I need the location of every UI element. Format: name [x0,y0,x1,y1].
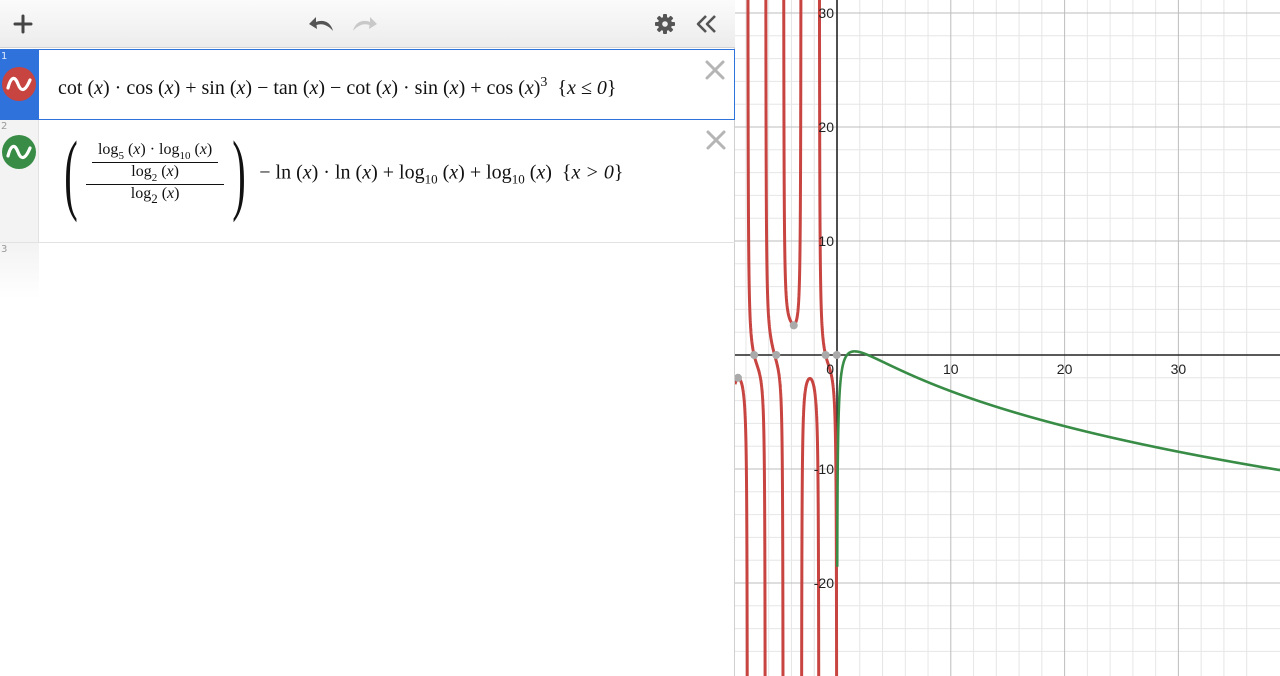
wave-icon [6,76,32,92]
plus-icon [13,14,33,34]
point-of-interest[interactable] [772,351,781,359]
tick-labels: 10 20 30 30 20 10 -10 -20 0 [814,5,1187,591]
double-chevron-left-icon [696,15,716,33]
y-tick-label: 20 [818,119,834,135]
expression-gutter: 3 [0,243,39,299]
y-tick-label: -20 [814,575,834,591]
point-of-interest[interactable] [750,351,759,359]
expression-row-2[interactable]: 2 (log5 (x) · log10 (x) log2 (x) log2 (x))… [0,120,735,243]
point-of-interest[interactable] [832,351,841,359]
color-toggle-icon[interactable] [2,67,36,101]
expression-number: 3 [1,244,8,255]
point-of-interest[interactable] [789,321,798,330]
expression-gutter: 1 [0,50,39,119]
add-expression-button[interactable] [5,6,41,42]
graphing-calculator: 10 20 30 30 20 10 -10 -20 0 1 cot (x) · … [0,0,1280,676]
undo-icon [309,17,333,31]
y-tick-label: -10 [814,461,834,477]
expression-toolbar [0,0,735,48]
delete-expression-button[interactable] [703,127,729,153]
undo-button[interactable] [304,6,340,42]
expression-list-panel: 1 cot (x) · cos (x) + sin (x) − tan (x) … [0,0,735,676]
redo-icon [353,17,377,31]
settings-button[interactable] [647,6,683,42]
point-of-interest[interactable] [733,373,742,382]
close-icon [705,60,725,80]
y-tick-label: 30 [818,5,834,21]
x-tick-label: 20 [1057,361,1073,377]
point-of-interest[interactable] [821,351,830,359]
collapse-panel-button[interactable] [689,6,725,42]
origin-label: 0 [826,361,834,377]
expression-row-1[interactable]: 1 cot (x) · cos (x) + sin (x) − tan (x) … [0,49,735,120]
gear-icon [655,14,675,34]
curve-expression-2[interactable] [835,350,1280,567]
redo-button[interactable] [346,6,382,42]
wave-icon [6,144,32,160]
x-tick-label: 10 [943,361,959,377]
expression-gutter: 2 [0,120,39,242]
expression-number: 1 [1,51,8,62]
expression-formula[interactable]: cot (x) · cos (x) + sin (x) − tan (x) − … [58,75,617,100]
y-tick-label: 10 [818,233,834,249]
expression-number: 2 [1,121,8,132]
delete-expression-button[interactable] [702,57,728,83]
close-icon [706,130,726,150]
x-tick-label: 30 [1171,361,1187,377]
expression-formula[interactable]: (log5 (x) · log10 (x) log2 (x) log2 (x)) −… [56,129,623,219]
expression-row-3-empty[interactable]: 3 [0,243,735,299]
color-toggle-icon[interactable] [2,135,36,169]
